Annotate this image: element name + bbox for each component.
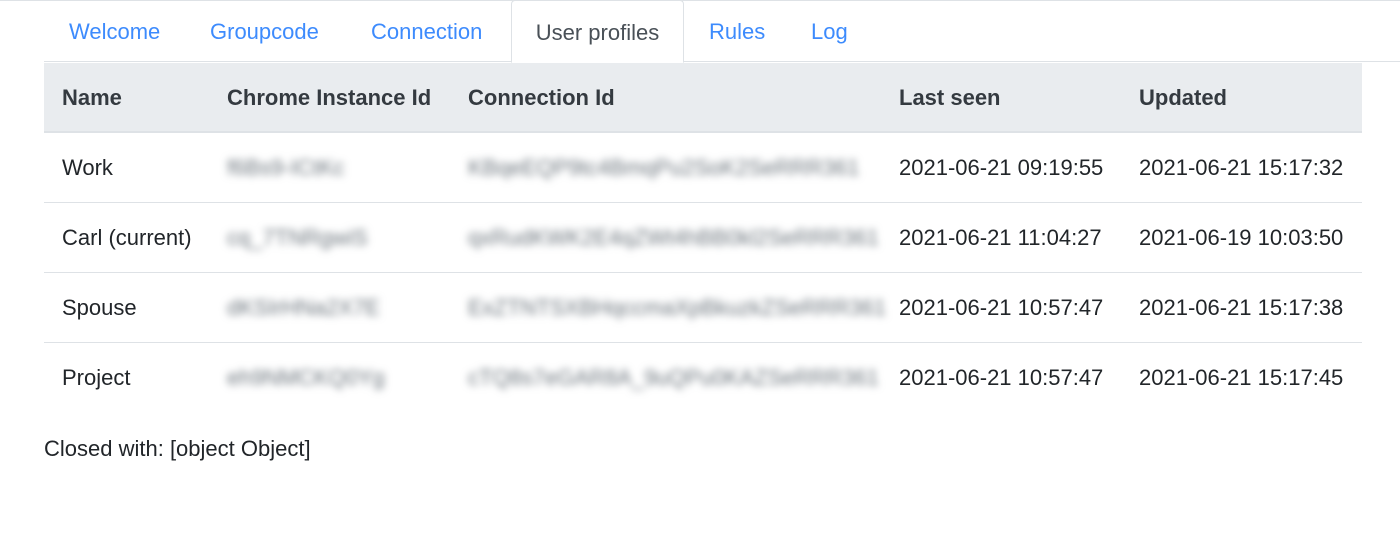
- tab-user-profiles[interactable]: User profiles: [511, 0, 684, 63]
- table-row[interactable]: Spouse dKSIrHNa2X7E ExZTNTSXBHqccmaXpBku…: [44, 273, 1362, 343]
- table-header: Name Chrome Instance Id Connection Id La…: [44, 63, 1362, 133]
- cell-last-seen: 2021-06-21 10:57:47: [899, 295, 1104, 320]
- cell-last-seen: 2021-06-21 10:57:47: [899, 365, 1104, 390]
- table-row[interactable]: Project eh9NMCKQ0Yg cTQ8s7eGAR8A_9uQPu0K…: [44, 343, 1362, 413]
- cell-name: Spouse: [62, 295, 137, 320]
- cell-connection-id: cTQ8s7eGAR8A_9uQPu0KAZSeRRR361: [468, 365, 879, 390]
- cell-updated: 2021-06-21 15:17:32: [1139, 155, 1344, 180]
- cell-name: Carl (current): [62, 225, 192, 250]
- cell-updated: 2021-06-19 10:03:50: [1139, 225, 1344, 250]
- connection-status-text: Closed with: [object Object]: [44, 436, 311, 461]
- column-header-name[interactable]: Name: [62, 63, 122, 133]
- table-row[interactable]: Carl (current) cq_7TNRgwiS qxRudKWK2E4qZ…: [44, 203, 1362, 273]
- cell-connection-id: ExZTNTSXBHqccmaXpBkuzkZSeRRR361: [468, 295, 887, 320]
- cell-chrome-instance-id: cq_7TNRgwiS: [227, 225, 368, 250]
- cell-chrome-instance-id: eh9NMCKQ0Yg: [227, 365, 385, 390]
- cell-chrome-instance-id: dKSIrHNa2X7E: [227, 295, 380, 320]
- tab-log[interactable]: Log: [811, 0, 848, 62]
- column-header-connection-id[interactable]: Connection Id: [468, 63, 615, 133]
- tab-groupcode[interactable]: Groupcode: [210, 0, 319, 62]
- tab-welcome[interactable]: Welcome: [69, 0, 160, 62]
- cell-name: Project: [62, 365, 131, 390]
- cell-chrome-instance-id: f6Bs9-ICtKc: [227, 155, 345, 180]
- column-header-chrome-instance-id[interactable]: Chrome Instance Id: [227, 63, 431, 133]
- cell-connection-id: qxRudKWK2E4qZWt4hBB0kl2SeRRR361: [468, 225, 879, 250]
- tab-bar: Welcome Groupcode Connection User profil…: [44, 0, 1400, 63]
- tab-rules[interactable]: Rules: [709, 0, 765, 62]
- cell-updated: 2021-06-21 15:17:38: [1139, 295, 1344, 320]
- column-header-last-seen[interactable]: Last seen: [899, 63, 1001, 133]
- cell-updated: 2021-06-21 15:17:45: [1139, 365, 1344, 390]
- cell-name: Work: [62, 155, 113, 180]
- cell-connection-id: KBqeEQP9tc4BmqPu2SoK2SeRRR361: [468, 155, 860, 180]
- column-header-updated[interactable]: Updated: [1139, 63, 1227, 133]
- cell-last-seen: 2021-06-21 09:19:55: [899, 155, 1104, 180]
- table-row[interactable]: Work f6Bs9-ICtKc KBqeEQP9tc4BmqPu2SoK2Se…: [44, 133, 1362, 203]
- tab-connection[interactable]: Connection: [371, 0, 482, 62]
- cell-last-seen: 2021-06-21 11:04:27: [899, 225, 1102, 250]
